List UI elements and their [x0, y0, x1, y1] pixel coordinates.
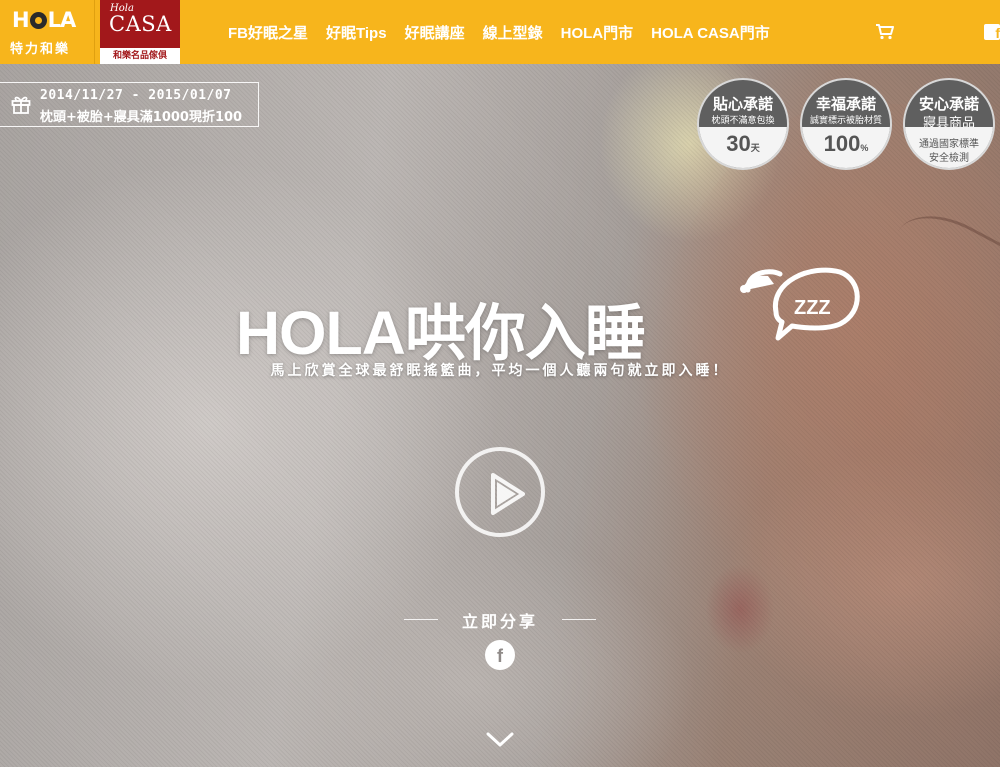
hola-casa-logo[interactable]: Hola CASA 和樂名品傢俱: [100, 0, 180, 64]
play-video-button[interactable]: [455, 447, 545, 537]
play-icon: [491, 473, 525, 515]
nav-fb-sleep-star[interactable]: FB好眠之星: [228, 22, 308, 43]
badge-caring-promise: 貼心承諾 枕頭不滿意包換 30天: [697, 78, 789, 170]
badge-title: 幸福承諾: [815, 95, 876, 113]
top-navigation-bar: H LA 特力和樂 Hola CASA 和樂名品傢俱 FB好眠之星 好眠Tips …: [0, 0, 1000, 64]
lips-shape: [705, 564, 775, 654]
badge-number: 100%: [823, 131, 869, 156]
badge-title: 安心承諾: [918, 95, 979, 113]
hero-headline: HOLA哄你入睡: [236, 299, 646, 367]
badge-title: 貼心承諾: [712, 95, 773, 113]
badge-happiness-promise: 幸福承諾 誠實標示被胎材質 100%: [800, 78, 892, 170]
main-nav: FB好眠之星 好眠Tips 好眠講座 線上型錄 HOLA門市 HOLA CASA…: [228, 0, 788, 64]
nav-online-catalog[interactable]: 線上型錄: [483, 22, 543, 43]
hola-logo-subtitle: 特力和樂: [10, 42, 71, 57]
facebook-icon[interactable]: f: [984, 24, 1000, 40]
badge-description: 枕頭不滿意包換: [711, 116, 775, 126]
promo-banner: 2014/11/27 - 2015/01/07 枕頭+被胎+寢具滿1000現折1…: [0, 82, 259, 127]
share-divider-right: [562, 619, 596, 620]
badge-safety-promise: 安心承諾 寢具商品 通過國家標準 安全檢測: [903, 78, 995, 170]
share-section: 立即分享: [404, 608, 596, 631]
casa-logo-wordmark: CASA: [109, 12, 172, 36]
promo-date-range: 2014/11/27 - 2015/01/07: [40, 88, 232, 103]
badge-line-2: 安全檢測: [929, 153, 969, 164]
share-label: 立即分享: [461, 612, 538, 631]
facebook-share-icon[interactable]: f: [485, 640, 515, 670]
hola-logo-wordmark: H LA: [12, 8, 76, 32]
nav-sleep-tips[interactable]: 好眠Tips: [326, 22, 387, 43]
casa-logo-subtitle: 和樂名品傢俱: [100, 48, 180, 64]
hola-logo[interactable]: H LA 特力和樂: [0, 0, 95, 64]
sleeping-face-shading: [640, 104, 1000, 767]
nav-sleep-lectures[interactable]: 好眠講座: [405, 22, 465, 43]
badge-description: 誠實標示被胎材質: [809, 116, 882, 126]
zzz-text: ZZZ: [794, 297, 831, 319]
nav-hola-casa-stores[interactable]: HOLA CASA門市: [651, 22, 770, 43]
badge-line-1: 通過國家標準: [919, 139, 979, 150]
badge-number: 30天: [726, 131, 760, 156]
gift-icon: [11, 96, 31, 114]
chevron-down-icon[interactable]: [485, 730, 515, 750]
hero-tagline: 馬上欣賞全球最舒眠搖籃曲，平均一個人聽兩句就立即入睡！: [270, 363, 730, 379]
nav-hola-stores[interactable]: HOLA門市: [561, 22, 634, 43]
zzz-speech-bubble-icon: ZZZ: [740, 267, 860, 341]
promo-offer-text: 枕頭+被胎+寢具滿1000現折100: [40, 110, 243, 125]
shopping-cart-icon[interactable]: [876, 24, 894, 40]
